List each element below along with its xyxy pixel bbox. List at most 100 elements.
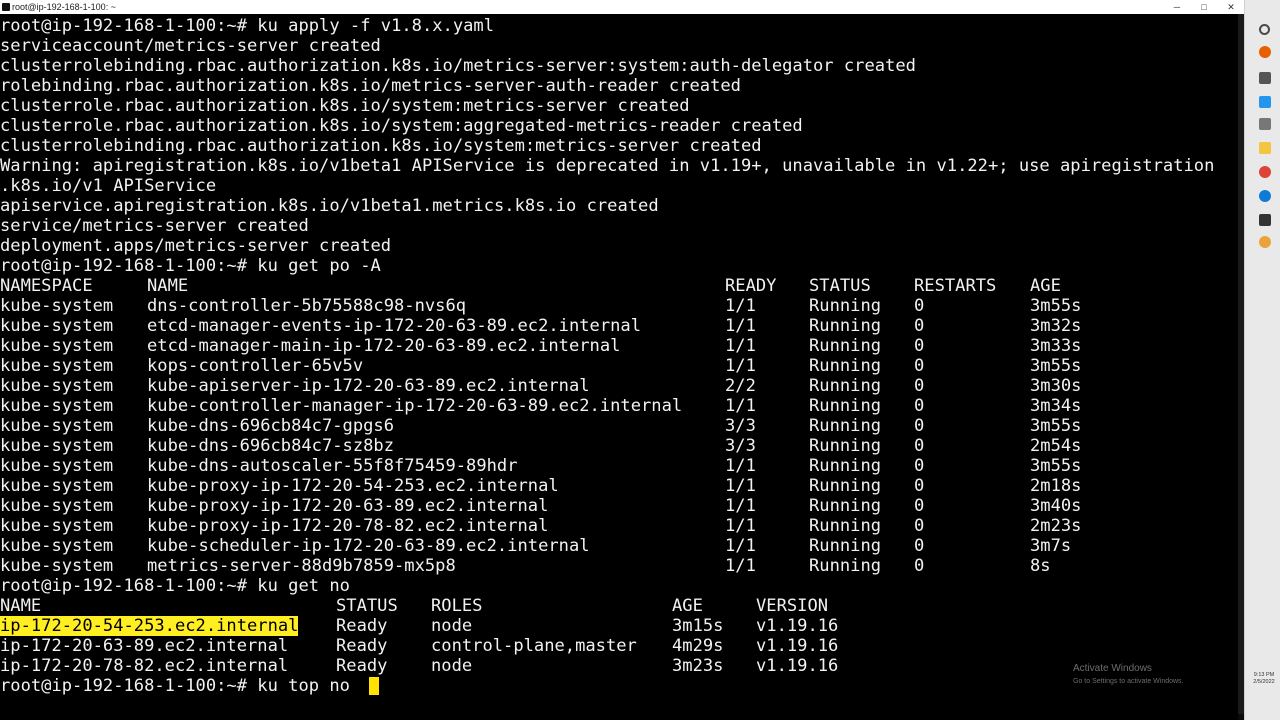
- pod-cell-1: kube-dns-696cb84c7-sz8bz: [147, 436, 394, 456]
- pod-cell-4: 0: [914, 336, 925, 356]
- maximize-button[interactable]: □: [1193, 0, 1215, 14]
- pod-cell-4: 0: [914, 436, 925, 456]
- pod-cell-2: 1/1: [725, 536, 756, 556]
- pod-cell-1: etcd-manager-main-ip-172-20-63-89.ec2.in…: [147, 336, 621, 356]
- pod-cell-4: 0: [914, 516, 925, 536]
- pod-cell-0: kube-system: [0, 396, 114, 416]
- pod-cell-1: kube-proxy-ip-172-20-78-82.ec2.internal: [147, 516, 549, 536]
- pod-cell-3: Running: [809, 376, 882, 396]
- settings-icon[interactable]: [1259, 118, 1271, 130]
- pod-cell-3: Running: [809, 436, 882, 456]
- prompt-line[interactable]: root@ip-192-168-1-100:~# ku top no: [0, 676, 360, 696]
- pod-cell-2: 1/1: [725, 496, 756, 516]
- terminal-icon[interactable]: [1259, 214, 1271, 226]
- taskbar-clock[interactable]: 9:13 PM 2/5/2022: [1249, 672, 1279, 686]
- pod-cell-3: Running: [809, 456, 882, 476]
- window-title-bar[interactable]: root@ip-192-168-1-100: ~ ─ □ ✕: [0, 0, 1244, 14]
- pod-cell-0: kube-system: [0, 476, 114, 496]
- file-explorer-icon[interactable]: [1259, 142, 1271, 154]
- node-cell-3: 3m23s: [672, 656, 724, 676]
- command-line: root@ip-192-168-1-100:~# ku get po -A: [0, 256, 381, 276]
- pod-cell-3: Running: [809, 496, 882, 516]
- node-cell-3: 4m29s: [672, 636, 724, 656]
- pod-cell-4: 0: [914, 296, 925, 316]
- pod-cell-5: 3m40s: [1030, 496, 1082, 516]
- watermark-subtitle: Go to Settings to activate Windows.: [1073, 678, 1184, 685]
- pod-cell-0: kube-system: [0, 336, 114, 356]
- pod-cell-4: 0: [914, 356, 925, 376]
- pod-cell-1: kube-apiserver-ip-172-20-63-89.ec2.inter…: [147, 376, 590, 396]
- chrome-icon[interactable]: [1259, 166, 1271, 178]
- output-line: Warning: apiregistration.k8s.io/v1beta1 …: [0, 156, 1215, 176]
- nodes-header-cell-2: ROLES: [431, 596, 483, 616]
- pod-cell-1: kube-proxy-ip-172-20-63-89.ec2.internal: [147, 496, 549, 516]
- node-cell-4: v1.19.16: [756, 636, 839, 656]
- pod-cell-0: kube-system: [0, 316, 114, 336]
- pod-cell-1: kops-controller-65v5v: [147, 356, 364, 376]
- node-cell-1: Ready: [336, 636, 388, 656]
- pod-cell-2: 1/1: [725, 476, 756, 496]
- search-icon[interactable]: [1259, 24, 1270, 35]
- pod-cell-1: etcd-manager-events-ip-172-20-63-89.ec2.…: [147, 316, 641, 336]
- window-title: root@ip-192-168-1-100: ~: [12, 2, 116, 12]
- pod-cell-3: Running: [809, 336, 882, 356]
- circle-app-icon[interactable]: [1259, 236, 1271, 248]
- output-line: clusterrolebinding.rbac.authorization.k8…: [0, 136, 762, 156]
- terminal-app-icon: [2, 3, 10, 11]
- node-cell-0: ip-172-20-78-82.ec2.internal: [0, 656, 289, 676]
- pod-cell-5: 3m33s: [1030, 336, 1082, 356]
- command-line: root@ip-192-168-1-100:~# ku get no: [0, 576, 350, 596]
- close-button[interactable]: ✕: [1220, 0, 1242, 14]
- pod-cell-1: kube-proxy-ip-172-20-54-253.ec2.internal: [147, 476, 559, 496]
- command-line: root@ip-192-168-1-100:~# ku apply -f v1.…: [0, 16, 494, 36]
- clock-date: 2/5/2022: [1253, 679, 1275, 685]
- pod-cell-1: dns-controller-5b75588c98-nvs6q: [147, 296, 467, 316]
- pod-cell-2: 2/2: [725, 376, 756, 396]
- pod-cell-0: kube-system: [0, 416, 114, 436]
- pod-cell-0: kube-system: [0, 536, 114, 556]
- pod-cell-4: 0: [914, 396, 925, 416]
- pod-cell-5: 8s: [1030, 556, 1051, 576]
- terminal-output[interactable]: root@ip-192-168-1-100:~# ku apply -f v1.…: [0, 14, 1244, 720]
- pod-cell-2: 3/3: [725, 416, 756, 436]
- pod-cell-5: 3m55s: [1030, 356, 1082, 376]
- app-grid-icon[interactable]: [1259, 72, 1271, 84]
- docker-icon[interactable]: [1259, 96, 1271, 108]
- pods-header-cell-2: READY: [725, 276, 777, 296]
- pod-cell-0: kube-system: [0, 296, 114, 316]
- node-cell-4: v1.19.16: [756, 616, 839, 636]
- taskbar: 9:13 PM 2/5/2022: [1244, 0, 1280, 720]
- pods-header-cell-5: AGE: [1030, 276, 1061, 296]
- output-line: clusterrole.rbac.authorization.k8s.io/sy…: [0, 96, 690, 116]
- pod-cell-4: 0: [914, 416, 925, 436]
- node-cell-2: control-plane,master: [431, 636, 637, 656]
- pods-header-cell-0: NAMESPACE: [0, 276, 93, 296]
- pod-cell-3: Running: [809, 476, 882, 496]
- node-cell-0: ip-172-20-54-253.ec2.internal: [0, 616, 299, 636]
- pod-cell-5: 3m55s: [1030, 416, 1082, 436]
- node-cell-0: ip-172-20-63-89.ec2.internal: [0, 636, 289, 656]
- output-line: clusterrolebinding.rbac.authorization.k8…: [0, 56, 916, 76]
- nodes-header-cell-4: VERSION: [756, 596, 829, 616]
- edge-icon[interactable]: [1259, 190, 1271, 202]
- pod-cell-0: kube-system: [0, 496, 114, 516]
- nodes-header-cell-1: STATUS: [336, 596, 398, 616]
- pod-cell-1: metrics-server-88d9b7859-mx5p8: [147, 556, 456, 576]
- pod-cell-4: 0: [914, 456, 925, 476]
- pod-cell-3: Running: [809, 296, 882, 316]
- output-line: service/metrics-server created: [0, 216, 309, 236]
- pod-cell-2: 1/1: [725, 516, 756, 536]
- pod-cell-1: kube-dns-autoscaler-55f8f75459-89hdr: [147, 456, 518, 476]
- node-cell-1: Ready: [336, 656, 388, 676]
- output-line: rolebinding.rbac.authorization.k8s.io/me…: [0, 76, 741, 96]
- pod-cell-0: kube-system: [0, 556, 114, 576]
- pod-cell-5: 2m23s: [1030, 516, 1082, 536]
- pod-cell-2: 1/1: [725, 456, 756, 476]
- pod-cell-1: kube-controller-manager-ip-172-20-63-89.…: [147, 396, 683, 416]
- pod-cell-0: kube-system: [0, 376, 114, 396]
- nodes-header-cell-0: NAME: [0, 596, 42, 616]
- pod-cell-2: 1/1: [725, 356, 756, 376]
- pod-cell-5: 3m55s: [1030, 296, 1082, 316]
- minimize-button[interactable]: ─: [1166, 0, 1188, 14]
- firefox-icon[interactable]: [1259, 46, 1271, 58]
